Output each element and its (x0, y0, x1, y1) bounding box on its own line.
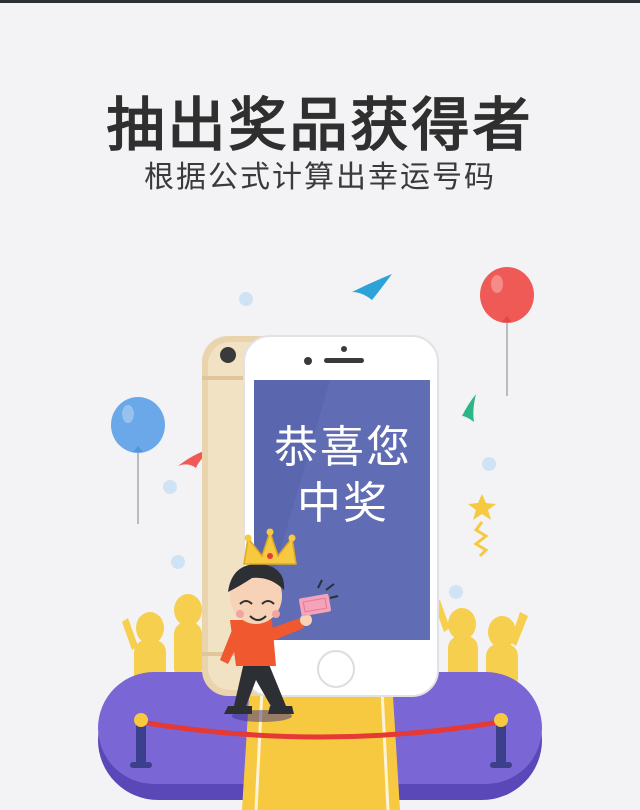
congrats-line-2: 中奖 (297, 478, 389, 529)
confetti-dot (449, 585, 463, 599)
winner-illustration (98, 267, 542, 810)
phone-screen-message: 恭喜您 中奖 (254, 420, 432, 532)
star-icon (468, 494, 496, 558)
confetti-icon (462, 394, 476, 422)
congrats-line-1: 恭喜您 (274, 422, 412, 473)
balloon-icon (480, 267, 534, 396)
balloon-icon (111, 397, 165, 524)
confetti-dot (239, 292, 253, 306)
confetti-dot (482, 457, 496, 471)
confetti-dot (163, 480, 177, 494)
home-button (317, 650, 355, 688)
carpet (242, 680, 400, 810)
confetti-icon (352, 274, 392, 300)
confetti-dot (171, 555, 185, 569)
